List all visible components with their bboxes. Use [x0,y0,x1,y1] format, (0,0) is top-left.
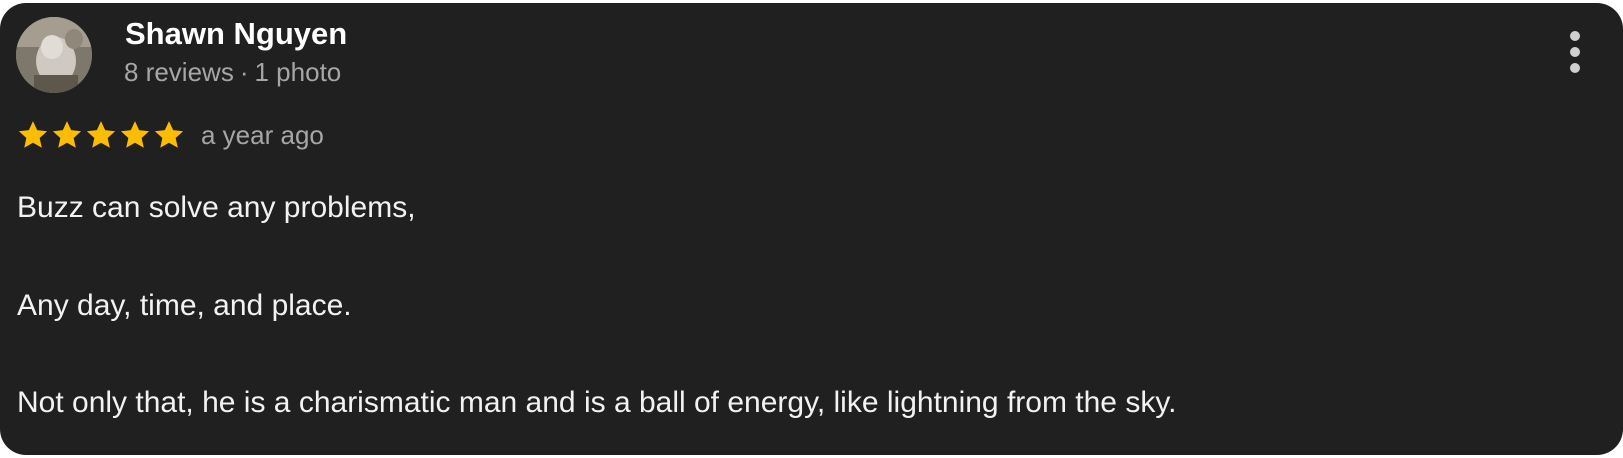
more-options-button[interactable] [1560,31,1590,77]
photo-count: 1 photo [254,57,342,87]
avatar[interactable] [16,17,92,93]
review-count: 8 reviews [124,57,234,87]
star-icon [154,121,184,148]
reviewer-meta: 8 reviews · 1 photo [124,57,341,88]
star-rating [16,118,186,152]
star-icon [18,121,48,148]
star-icon [120,121,150,148]
more-vertical-icon-dot [1570,47,1580,57]
review-date: a year ago [201,120,324,150]
reviewer-name[interactable]: Shawn Nguyen [125,16,347,52]
review-text-line: Any day, time, and place. [17,289,352,322]
meta-separator: · [239,57,249,87]
more-vertical-icon-dot [1570,63,1580,73]
more-vertical-icon [1570,31,1580,41]
avatar-image [16,17,92,93]
star-icon [52,121,82,148]
review-text-line: Buzz can solve any problems, [17,191,416,224]
review-card: Shawn Nguyen 8 reviews · 1 photo a year ag… [0,3,1623,455]
star-icon [86,121,116,148]
review-text-line: Not only that, he is a charismatic man a… [17,386,1177,419]
